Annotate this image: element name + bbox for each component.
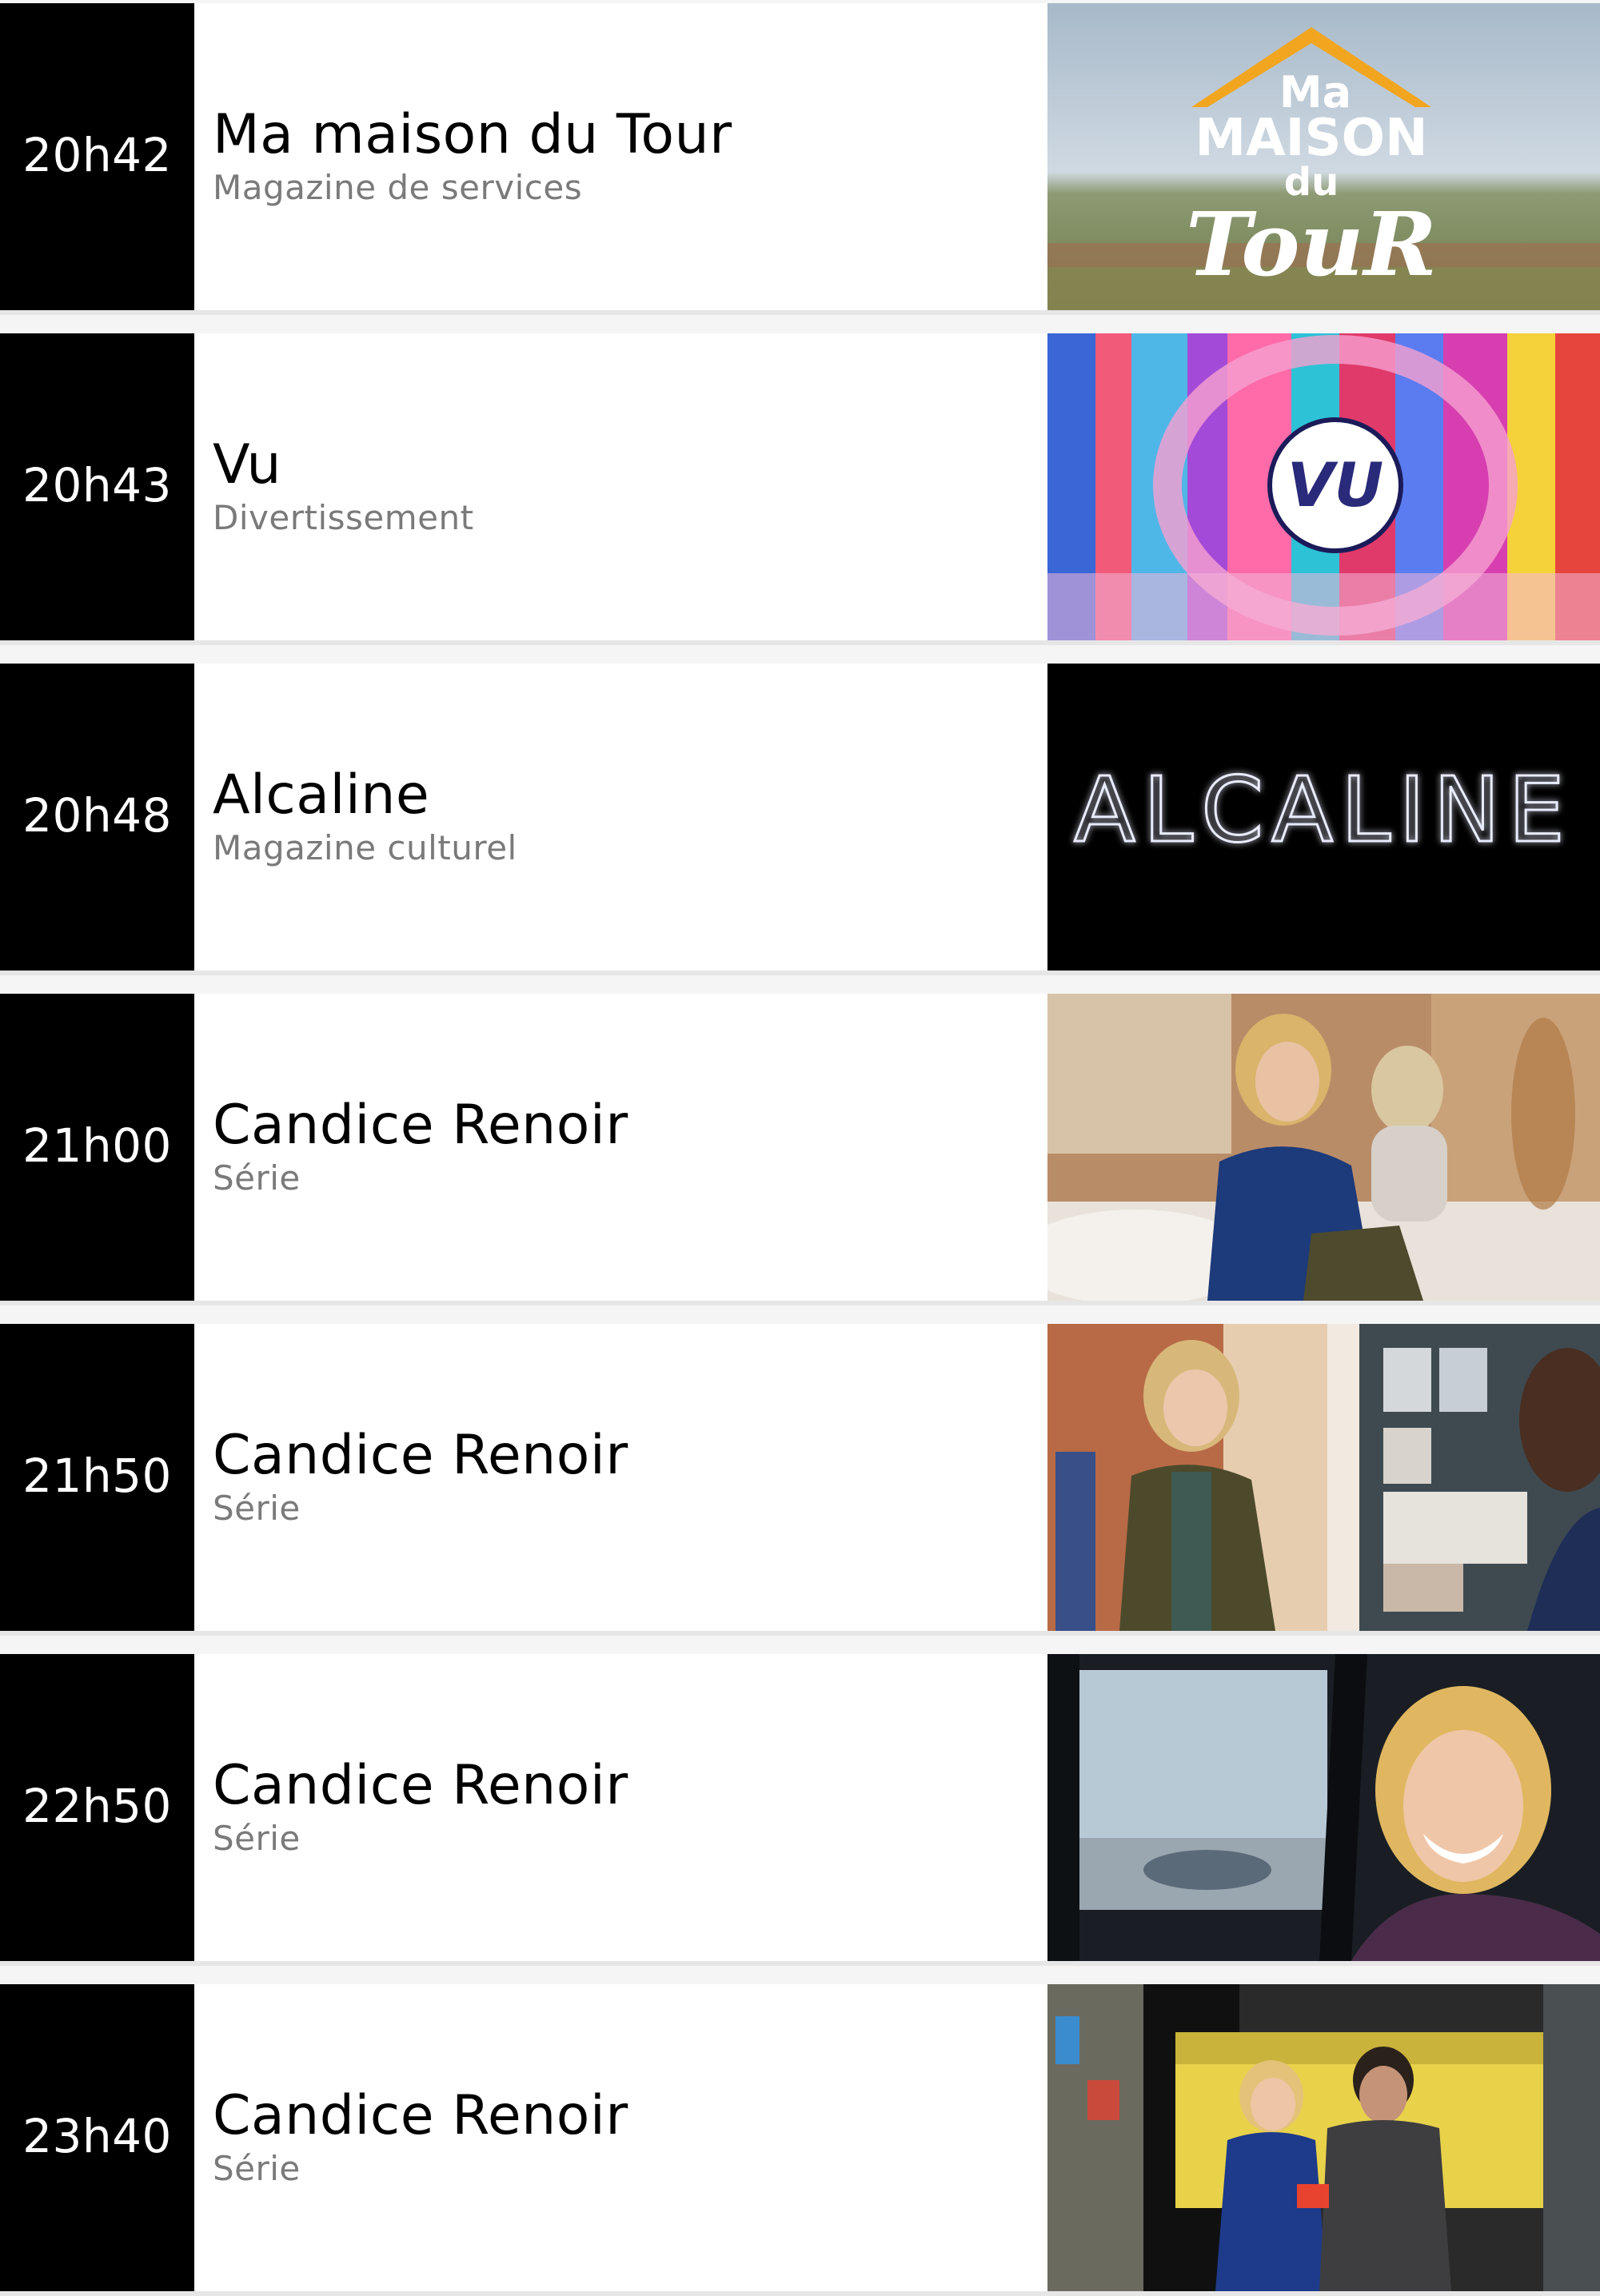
candice-renoir-thumbnail-3 [1047, 1654, 1600, 1961]
program-genre: Divertissement [213, 498, 474, 538]
program-info: Candice Renoir Série [213, 1654, 1012, 1961]
time-cell: 23h40 [0, 1984, 194, 2291]
program-thumbnail[interactable] [1047, 1654, 1600, 1961]
time-cell: 20h43 [0, 333, 194, 640]
program-row[interactable]: 21h50 Candice Renoir Série [0, 1324, 1600, 1636]
program-row[interactable]: 20h43 Vu Divertissement VU [0, 333, 1600, 645]
program-title: Candice Renoir [213, 1093, 628, 1157]
program-info: Candice Renoir Série [213, 994, 1012, 1301]
time-cell: 20h48 [0, 664, 194, 971]
program-time: 20h42 [22, 128, 172, 182]
program-genre: Série [213, 2149, 301, 2189]
time-cell: 22h50 [0, 1654, 194, 1961]
program-genre: Magazine culturel [213, 828, 517, 868]
program-thumbnail[interactable]: ALCALINE [1047, 664, 1600, 971]
candice-renoir-thumbnail-1 [1047, 994, 1600, 1301]
ma-maison-du-tour-thumbnail: Ma MAISON du TouR [1047, 3, 1600, 310]
program-info: Ma maison du Tour Magazine de services [213, 3, 1012, 310]
program-title: Candice Renoir [213, 1423, 628, 1487]
program-title: Candice Renoir [213, 1753, 628, 1817]
program-info: Candice Renoir Série [213, 1984, 1012, 2291]
candice-renoir-thumbnail-2 [1047, 1324, 1600, 1631]
program-time: 20h48 [22, 788, 172, 843]
time-cell: 20h42 [0, 3, 194, 310]
program-title: Alcaline [213, 763, 430, 827]
program-row[interactable]: 23h40 Candice Renoir Série [0, 1984, 1600, 2296]
vu-logo-text: VU [1287, 449, 1384, 520]
program-title: Candice Renoir [213, 2083, 628, 2147]
program-thumbnail[interactable]: Ma MAISON du TouR [1047, 3, 1600, 310]
program-time: 21h00 [22, 1118, 172, 1173]
program-title: Vu [213, 432, 281, 496]
program-title: Ma maison du Tour [213, 102, 732, 166]
program-info: Candice Renoir Série [213, 1324, 1012, 1631]
program-schedule-list: 20h42 Ma maison du Tour Magazine de serv… [0, 0, 1600, 2296]
thumb-text-4: TouR [1186, 193, 1437, 296]
vu-thumbnail: VU [1047, 333, 1600, 640]
time-cell: 21h50 [0, 1324, 194, 1631]
thumb-text-2: MAISON [1195, 109, 1427, 168]
program-thumbnail[interactable] [1047, 1324, 1600, 1631]
program-thumbnail[interactable] [1047, 1984, 1600, 2291]
program-genre: Série [213, 1819, 301, 1859]
alcaline-logo-text: ALCALINE [1074, 759, 1573, 863]
program-thumbnail[interactable] [1047, 994, 1600, 1301]
program-thumbnail[interactable]: VU [1047, 333, 1600, 640]
program-info: Vu Divertissement [213, 333, 1012, 640]
alcaline-thumbnail: ALCALINE [1047, 664, 1600, 971]
program-time: 22h50 [22, 1779, 172, 1833]
program-row[interactable]: 21h00 Candice Renoir Série [0, 994, 1600, 1305]
program-time: 20h43 [22, 458, 172, 512]
program-time: 23h40 [22, 2109, 172, 2163]
candice-renoir-thumbnail-4 [1047, 1984, 1600, 2291]
program-genre: Série [213, 1158, 301, 1198]
program-time: 21h50 [22, 1449, 172, 1503]
program-row[interactable]: 20h48 Alcaline Magazine culturel ALCALIN… [0, 664, 1600, 975]
time-cell: 21h00 [0, 994, 194, 1301]
program-genre: Magazine de services [213, 168, 583, 208]
program-row[interactable]: 20h42 Ma maison du Tour Magazine de serv… [0, 3, 1600, 315]
program-genre: Série [213, 1489, 301, 1529]
program-row[interactable]: 22h50 Candice Renoir Série [0, 1654, 1600, 1966]
program-info: Alcaline Magazine culturel [213, 664, 1012, 971]
